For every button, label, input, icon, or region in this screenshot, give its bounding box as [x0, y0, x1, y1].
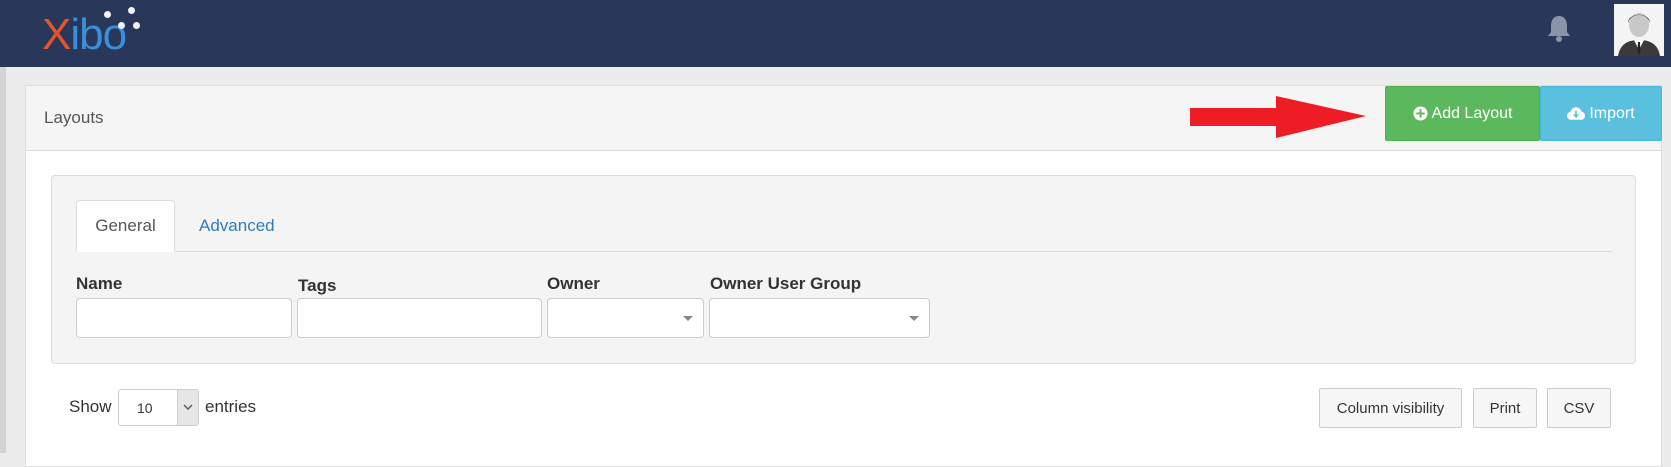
show-label: Show — [69, 397, 112, 416]
cloud-download-icon — [1567, 107, 1586, 120]
bell-icon[interactable] — [1543, 12, 1575, 44]
owner-user-group-label: Owner User Group — [710, 274, 862, 293]
annotation-arrow — [1190, 96, 1366, 138]
tab-advanced[interactable]: Advanced — [199, 216, 275, 236]
tab-general[interactable]: General — [76, 200, 175, 252]
name-input[interactable] — [76, 298, 292, 338]
chevron-down-icon[interactable] — [177, 390, 198, 425]
logo-dot — [104, 11, 111, 18]
csv-button[interactable]: CSV — [1547, 388, 1611, 428]
top-navbar: Xibo — [0, 0, 1671, 67]
column-visibility-button[interactable]: Column visibility — [1319, 388, 1462, 428]
owner-label: Owner — [547, 274, 600, 293]
owner-user-group-select[interactable] — [709, 298, 930, 338]
plus-circle-icon — [1412, 106, 1428, 121]
add-layout-label: Add Layout — [1431, 104, 1513, 122]
import-label: Import — [1589, 104, 1635, 122]
logo-wordmark: Xibo — [42, 10, 127, 59]
chevron-down-icon — [683, 316, 693, 321]
page-title: Layouts — [44, 108, 104, 127]
tags-label: Tags — [298, 276, 337, 295]
logo-dot — [118, 22, 125, 29]
user-avatar[interactable] — [1614, 4, 1664, 56]
tab-divider — [76, 251, 1612, 252]
tags-input[interactable] — [297, 298, 542, 338]
page-length-select[interactable]: 10 — [118, 389, 199, 426]
page-length-value: 10 — [137, 400, 153, 416]
import-button[interactable]: Import — [1540, 86, 1662, 141]
add-layout-button[interactable]: Add Layout — [1385, 86, 1540, 141]
logo-dot — [128, 7, 135, 14]
logo-dot — [133, 22, 140, 29]
entries-label: entries — [205, 397, 257, 416]
owner-select[interactable] — [547, 298, 704, 338]
xibo-logo[interactable]: Xibo — [42, 7, 162, 60]
name-label: Name — [76, 274, 123, 293]
left-edge-strip — [0, 0, 6, 453]
print-button[interactable]: Print — [1473, 388, 1537, 428]
chevron-down-icon — [909, 316, 919, 321]
